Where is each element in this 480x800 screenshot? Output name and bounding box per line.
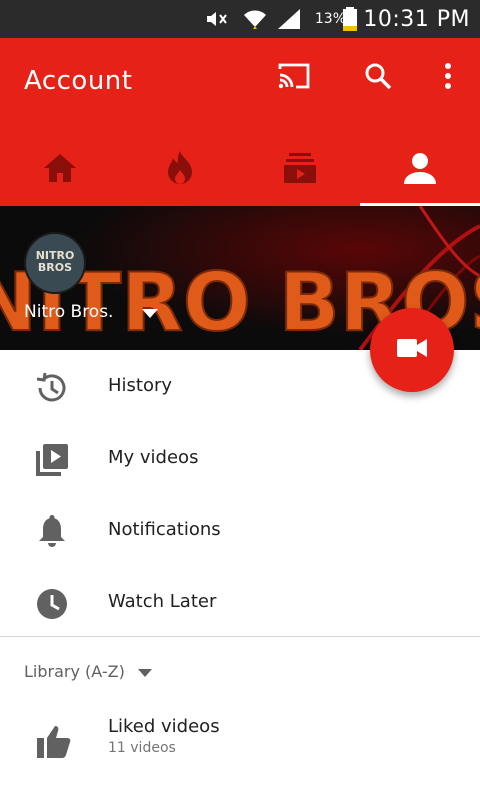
tab-account[interactable] xyxy=(360,134,480,206)
mute-icon xyxy=(204,0,228,38)
account-switcher-caret[interactable] xyxy=(142,309,158,318)
wifi-icon xyxy=(242,0,268,38)
person-icon xyxy=(403,151,437,189)
cast-button[interactable] xyxy=(274,58,314,98)
my-videos-icon xyxy=(34,442,70,478)
cast-icon xyxy=(276,61,312,95)
search-icon xyxy=(364,62,392,94)
signal-icon xyxy=(276,0,302,38)
menu-item-label: Watch Later xyxy=(108,591,217,612)
battery-icon xyxy=(342,0,358,38)
history-icon xyxy=(34,370,70,406)
divider xyxy=(0,636,480,637)
library-header[interactable]: Library (A-Z) xyxy=(24,662,125,681)
menu-item-notifications[interactable]: Notifications xyxy=(0,494,480,566)
flame-icon xyxy=(164,150,196,190)
clock-time: 10:31 PM xyxy=(363,6,470,32)
bell-icon xyxy=(34,514,70,550)
videocam-icon xyxy=(396,336,428,364)
library-item-label: Liked videos xyxy=(108,716,220,737)
library-sort-caret[interactable] xyxy=(138,669,152,677)
subscriptions-icon xyxy=(283,152,317,188)
avatar[interactable]: NITRO BROS xyxy=(24,232,86,294)
upload-video-button[interactable] xyxy=(370,308,454,392)
menu-item-my-videos[interactable]: My videos xyxy=(0,422,480,494)
more-options-button[interactable] xyxy=(428,58,468,98)
tab-bar xyxy=(0,134,480,206)
menu-item-watch-later[interactable]: Watch Later xyxy=(0,566,480,638)
page-title: Account xyxy=(24,66,133,96)
home-icon xyxy=(42,152,78,188)
channel-name[interactable]: Nitro Bros. xyxy=(24,302,113,322)
app-bar: Account xyxy=(0,38,480,206)
avatar-text: NITRO BROS xyxy=(35,249,75,274)
tab-trending[interactable] xyxy=(120,134,240,206)
account-menu: History My videos Notifications Watch La… xyxy=(0,350,480,638)
menu-item-label: My videos xyxy=(108,447,199,468)
thumbs-up-icon xyxy=(34,722,74,762)
menu-item-label: Notifications xyxy=(108,519,221,540)
search-button[interactable] xyxy=(358,58,398,98)
clock-icon xyxy=(34,586,70,622)
tab-home[interactable] xyxy=(0,134,120,206)
library-item-count: 11 videos xyxy=(108,740,176,756)
status-bar: 13% 10:31 PM xyxy=(0,0,480,38)
menu-item-label: History xyxy=(108,375,173,396)
library-item-liked-videos[interactable]: Liked videos 11 videos xyxy=(0,708,480,780)
more-vert-icon xyxy=(443,62,453,94)
tab-subscriptions[interactable] xyxy=(240,134,360,206)
